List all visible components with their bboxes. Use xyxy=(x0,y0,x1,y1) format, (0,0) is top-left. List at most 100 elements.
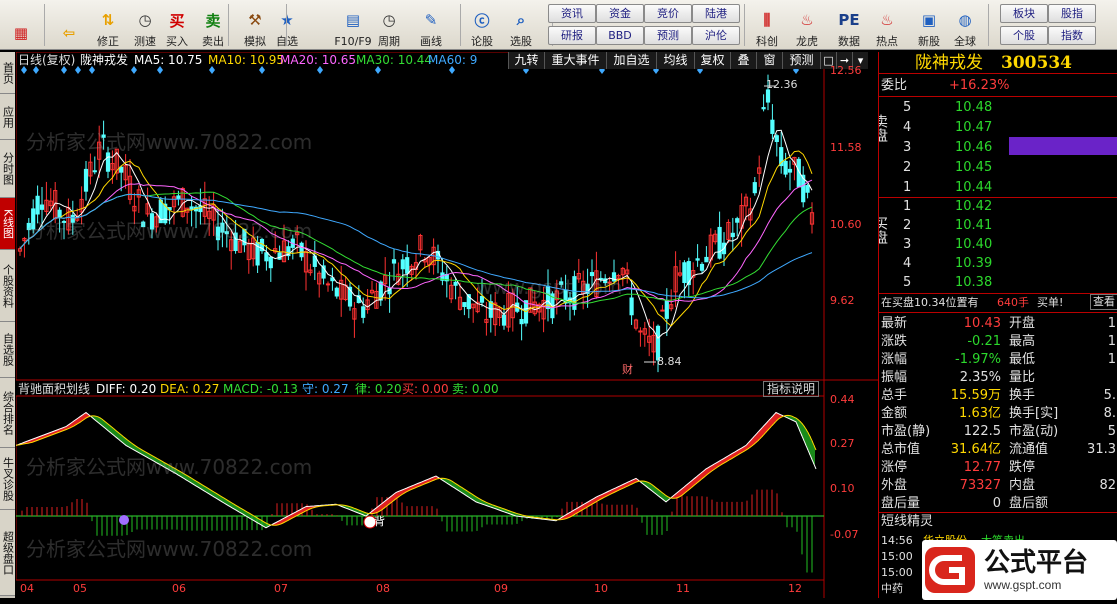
shou-label: 守: 0.27 xyxy=(302,382,349,396)
f10-button[interactable]: ▤ F10/F9 xyxy=(330,2,376,48)
left-tab[interactable]: K线图 xyxy=(0,198,15,250)
toolbar-small-button[interactable]: 研报 xyxy=(548,26,596,45)
comment-button[interactable]: ⓒ 论股 xyxy=(465,2,499,49)
grid-view-button[interactable]: ▦ xyxy=(4,2,38,48)
weibi-value: +16.23% xyxy=(949,78,1010,93)
stat-label-2: 跌停 xyxy=(1009,460,1036,475)
left-tab[interactable]: 首页 xyxy=(0,52,15,94)
buy-label: 买入 xyxy=(166,35,188,48)
candle-body xyxy=(35,195,40,215)
comment-label: 论股 xyxy=(471,35,493,48)
period-label: 周期 xyxy=(378,35,400,48)
buy-button[interactable]: 买买入 xyxy=(160,2,194,49)
stat-label: 总手 xyxy=(881,388,908,403)
select-button[interactable]: ⌕ 选股 xyxy=(504,2,538,48)
toolbar-small-button[interactable]: 资讯 xyxy=(548,4,596,23)
left-tab[interactable]: 超级盘口 xyxy=(0,510,15,596)
candle-body xyxy=(105,152,111,172)
ask-level: 2 xyxy=(903,160,912,175)
self-select-button[interactable]: ★ 自选 xyxy=(270,2,304,48)
data-button[interactable]: PE 数据 xyxy=(832,2,866,48)
stat-label: 市盈(静) xyxy=(881,424,931,439)
toolbar-separator xyxy=(228,4,229,46)
left-tab[interactable]: 应用 xyxy=(0,94,15,140)
toolbar-small-button[interactable]: 沪伦 xyxy=(692,26,740,45)
back-button[interactable]: ⇦ xyxy=(52,2,86,48)
toolbar-small-button[interactable]: 预测 xyxy=(644,26,692,45)
toolbar-small-button[interactable]: 资金 xyxy=(596,4,644,23)
candle-body xyxy=(805,185,810,193)
left-tab[interactable]: 牛叉诊股 xyxy=(0,448,15,510)
event-marker xyxy=(61,66,67,74)
test-button[interactable]: ◷ 测速 xyxy=(128,2,162,48)
stat-label: 总市值 xyxy=(881,442,921,457)
toolbar-small-button[interactable]: 个股 xyxy=(1000,26,1048,45)
star-icon: ★ xyxy=(274,7,300,33)
toolbar-small-button[interactable]: 指数 xyxy=(1048,26,1096,45)
hot-label: 热点 xyxy=(876,35,898,48)
draw-button[interactable]: ✎ 画线 xyxy=(414,2,448,48)
select-label: 选股 xyxy=(510,35,532,48)
indicator-name[interactable]: 背驰面积划线 xyxy=(18,382,90,396)
chart-tab[interactable]: 重大事件 xyxy=(544,52,606,69)
left-tab[interactable]: 自选股 xyxy=(0,322,15,378)
toolbar-separator xyxy=(44,4,45,46)
candle-body xyxy=(783,160,788,175)
chart-tab[interactable]: 窗 xyxy=(756,52,782,69)
diff-label: DIFF: 0.20 xyxy=(96,382,157,396)
candle-body xyxy=(629,297,634,316)
candle-body xyxy=(83,168,89,192)
toolbar-small-button[interactable]: 股指 xyxy=(1048,4,1096,23)
finance-marker[interactable]: 财 xyxy=(622,363,633,377)
chart-tab[interactable]: 预测 xyxy=(782,52,820,69)
kbox-button[interactable]: ⫼ 科创 xyxy=(750,2,784,48)
chart-tab[interactable]: 叠 xyxy=(730,52,756,69)
test-label: 测速 xyxy=(134,35,156,48)
ma60-label: MA60: 9 xyxy=(428,53,478,67)
left-tab[interactable]: 个股资料 xyxy=(0,250,15,322)
candle-body xyxy=(770,119,775,134)
toolbar-small-button[interactable]: 板块 xyxy=(1000,4,1048,23)
chart-tab[interactable]: 加自选 xyxy=(606,52,656,69)
candle-body xyxy=(400,259,405,270)
kline-chart-area[interactable]: 日线(复权) 陇神戎发 MA5: 10.75 MA10: 10.95 MA20:… xyxy=(16,52,878,598)
order-view-button[interactable]: 查看 xyxy=(1090,294,1117,310)
chart-tab[interactable]: 九转 xyxy=(508,52,544,69)
sell-button[interactable]: 卖卖出 xyxy=(196,2,230,49)
correct-button[interactable]: ⇅ 修正 xyxy=(91,2,125,48)
candle-body xyxy=(717,226,722,259)
candle-body xyxy=(735,218,740,223)
candle-body xyxy=(462,302,467,307)
left-tab[interactable]: 分时图 xyxy=(0,140,15,198)
high-price-annotation: 12.36 xyxy=(766,78,798,91)
left-tab[interactable]: 综合排名 xyxy=(0,378,15,448)
ind-tick-3: 0.10 xyxy=(830,482,855,495)
bid-level: 2 xyxy=(903,218,912,233)
chart-tab[interactable]: 复权 xyxy=(694,52,730,69)
hot-button[interactable]: ♨ 热点 xyxy=(870,2,904,48)
stat-value: 73327 xyxy=(959,478,1001,493)
stat-value-2 xyxy=(1084,369,1116,387)
toolbar-small-button[interactable]: 竞价 xyxy=(644,4,692,23)
time-axis-label: 07 xyxy=(274,582,288,595)
global-button[interactable]: ◍ 全球 xyxy=(948,2,982,48)
dragon-button[interactable]: ♨ 龙虎 xyxy=(790,2,824,48)
sell-side-label: 卖盘 xyxy=(878,114,888,142)
stat-value: 31.64亿 xyxy=(950,442,1001,457)
newstock-button[interactable]: ▣ 新股 xyxy=(912,2,946,48)
bid-price: 10.39 xyxy=(955,256,993,271)
candle-body xyxy=(664,300,669,319)
signal-dot xyxy=(119,515,129,525)
bid-price: 10.42 xyxy=(955,199,993,214)
simulate-button[interactable]: ⚒ 模拟 xyxy=(238,2,272,48)
toolbar-small-button[interactable]: 陆港 xyxy=(692,4,740,23)
indicator-help-button[interactable]: 指标说明 xyxy=(763,381,820,397)
order-position-action: 买单! xyxy=(1037,296,1064,309)
toolbar-small-button[interactable]: BBD xyxy=(596,26,644,45)
stat-label: 振幅 xyxy=(881,370,908,385)
period-button[interactable]: ◷ 周期 xyxy=(372,2,406,48)
pe-icon: PE xyxy=(838,11,860,29)
simulate-label: 模拟 xyxy=(244,35,266,48)
chart-tab[interactable]: 均线 xyxy=(656,52,694,69)
hammer-icon: ⚒ xyxy=(248,11,262,29)
